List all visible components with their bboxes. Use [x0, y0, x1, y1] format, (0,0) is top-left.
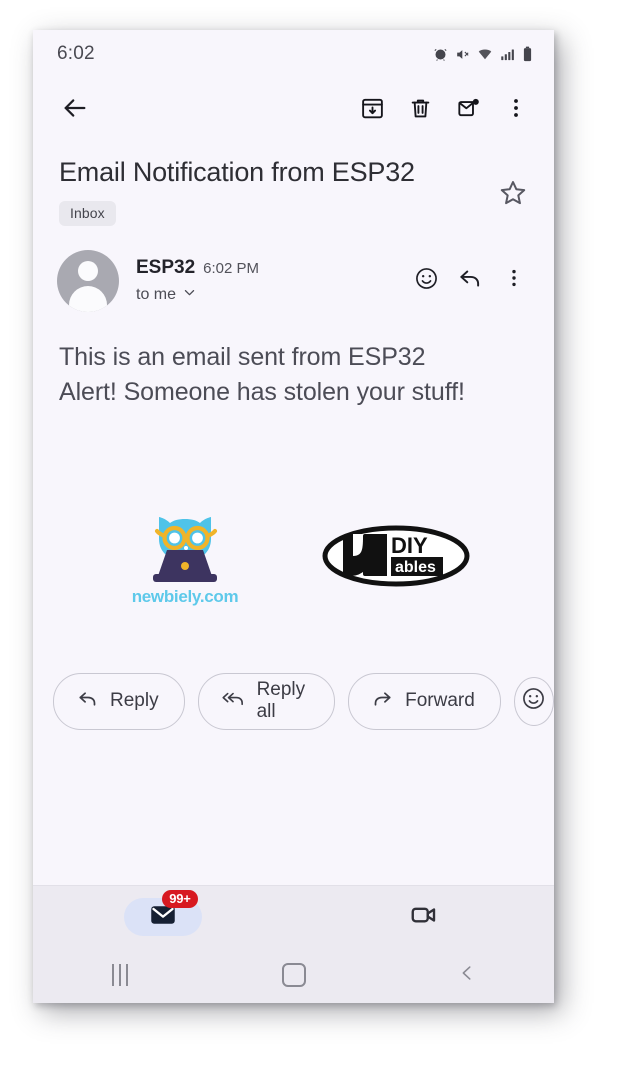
add-reaction-button[interactable]: [404, 259, 448, 303]
phone-screen: 6:02 Email Notification from ESP32 Inbox…: [33, 30, 554, 1003]
archive-button[interactable]: [348, 84, 396, 132]
more-vert-icon: [504, 96, 528, 120]
forward-arrow-icon: [371, 687, 394, 715]
star-button[interactable]: [490, 172, 536, 218]
back-button[interactable]: [51, 84, 99, 132]
trash-icon: [408, 96, 433, 121]
avatar[interactable]: [57, 249, 119, 312]
svg-text:DIY: DIY: [391, 533, 428, 558]
status-bar-icons: [433, 46, 533, 62]
email-body-line-2: Alert! Someone has stolen your stuff!: [59, 378, 465, 407]
reply-all-button[interactable]: Reply all: [197, 672, 336, 730]
chevron-down-icon: [182, 285, 197, 305]
star-outline-icon: [498, 178, 528, 213]
forward-button-label: Forward: [405, 690, 475, 712]
mute-icon: [455, 47, 470, 62]
svg-text:ables: ables: [395, 559, 436, 576]
emoji-smile-icon: [414, 266, 439, 296]
system-navigation-bar: [33, 948, 554, 1002]
avatar-body: [69, 285, 107, 312]
toolbar-overflow-button[interactable]: [492, 84, 540, 132]
status-bar: 6:02: [33, 30, 554, 78]
sender-row: ESP32 6:02 PM to me: [33, 226, 554, 312]
battery-icon: [522, 46, 533, 62]
reply-arrow-icon: [457, 265, 483, 296]
email-toolbar: [33, 78, 554, 138]
logo-row: newbiely.com DIY ables: [33, 411, 554, 607]
home-button[interactable]: [207, 963, 381, 987]
more-vert-icon: [503, 267, 525, 294]
mail-tab[interactable]: 99+: [33, 886, 294, 948]
sender-details: ESP32 6:02 PM to me: [136, 257, 404, 305]
forward-button[interactable]: Forward: [348, 672, 501, 730]
video-camera-icon: [409, 900, 439, 935]
add-reaction-button[interactable]: [513, 676, 554, 726]
recents-button[interactable]: [33, 964, 207, 986]
back-arrow-icon: [61, 94, 89, 122]
label-chip-inbox[interactable]: Inbox: [59, 200, 116, 226]
sender-name-row: ESP32 6:02 PM: [136, 257, 404, 279]
email-body-line-1: This is an email sent from ESP32: [59, 342, 426, 371]
reply-button[interactable]: Reply: [53, 672, 185, 730]
recipient-label: to me: [136, 285, 177, 303]
subject-text-wrap: Email Notification from ESP32 Inbox: [59, 156, 490, 226]
wifi-icon: [477, 47, 493, 62]
emoji-smile-icon: [521, 686, 546, 716]
sender-name: ESP32: [136, 256, 196, 278]
mail-unread-badge: 99+: [162, 890, 198, 908]
mark-unread-icon: [456, 96, 481, 121]
home-icon: [281, 963, 306, 987]
message-overflow-button[interactable]: [492, 259, 536, 303]
mail-tab-pill: 99+: [124, 890, 203, 936]
system-back-icon: [456, 962, 478, 989]
email-subject: Email Notification from ESP32: [59, 157, 415, 187]
newbiely-owl-icon: [153, 516, 218, 582]
diyables-logo: DIY ables: [322, 525, 470, 587]
meet-tab[interactable]: [294, 886, 555, 948]
mark-unread-button[interactable]: [444, 84, 492, 132]
system-back-button[interactable]: [380, 962, 554, 989]
delete-button[interactable]: [396, 84, 444, 132]
newbiely-logo: newbiely.com: [121, 505, 249, 607]
avatar-head: [78, 260, 98, 281]
sender-actions: [404, 259, 536, 303]
recipient-row[interactable]: to me: [136, 285, 404, 305]
email-body: This is an email sent from ESP32 Alert! …: [33, 312, 554, 411]
app-tab-bar: 99+: [33, 886, 554, 948]
reply-arrow-icon: [76, 687, 99, 715]
recents-icon: [111, 964, 128, 986]
reply-actions-row: Reply Reply all Forward: [33, 607, 554, 730]
newbiely-caption: newbiely.com: [131, 586, 239, 606]
alarm-icon: [433, 47, 448, 62]
reply-all-arrow-icon: [221, 687, 246, 715]
reply-icon-button[interactable]: [448, 259, 492, 303]
sender-timestamp: 6:02 PM: [203, 259, 260, 277]
bottom-navigation: 99+: [33, 885, 554, 1003]
reply-all-button-label: Reply all: [256, 679, 306, 723]
archive-icon: [360, 96, 385, 121]
reply-button-label: Reply: [110, 690, 159, 712]
status-bar-clock: 6:02: [57, 43, 95, 64]
cellular-signal-icon: [500, 47, 515, 62]
subject-block: Email Notification from ESP32 Inbox: [33, 138, 554, 226]
